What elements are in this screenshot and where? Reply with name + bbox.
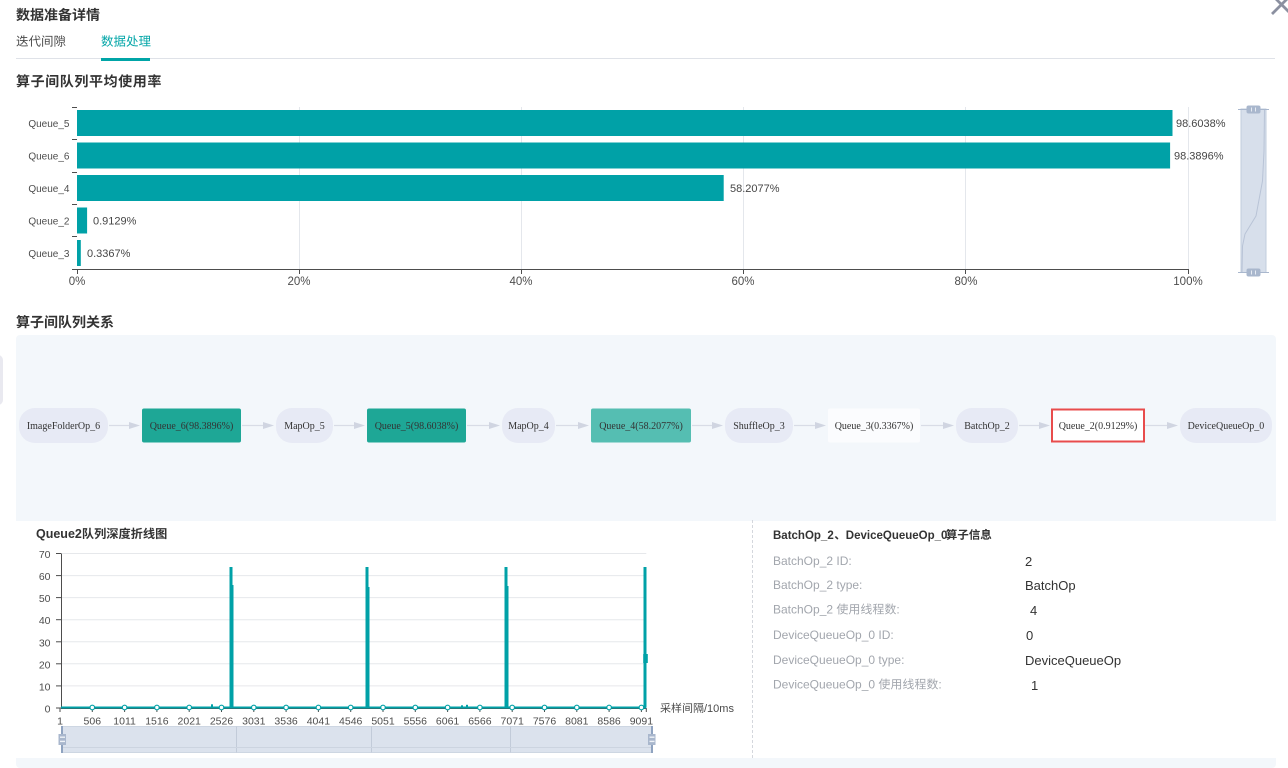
svg-text:DeviceQueueOp_0: DeviceQueueOp_0 [773, 678, 875, 692]
svg-text::: : [896, 603, 899, 617]
svg-text:/10ms: /10ms [704, 703, 734, 715]
svg-text::: : [938, 678, 941, 692]
svg-text:DeviceQueueOp_0: DeviceQueueOp_0 [846, 530, 948, 542]
svg-text:Queue2: Queue2 [36, 527, 82, 541]
svg-text:BatchOp_2: BatchOp_2 [773, 603, 833, 617]
svg-text:BatchOp_2: BatchOp_2 [773, 530, 834, 542]
